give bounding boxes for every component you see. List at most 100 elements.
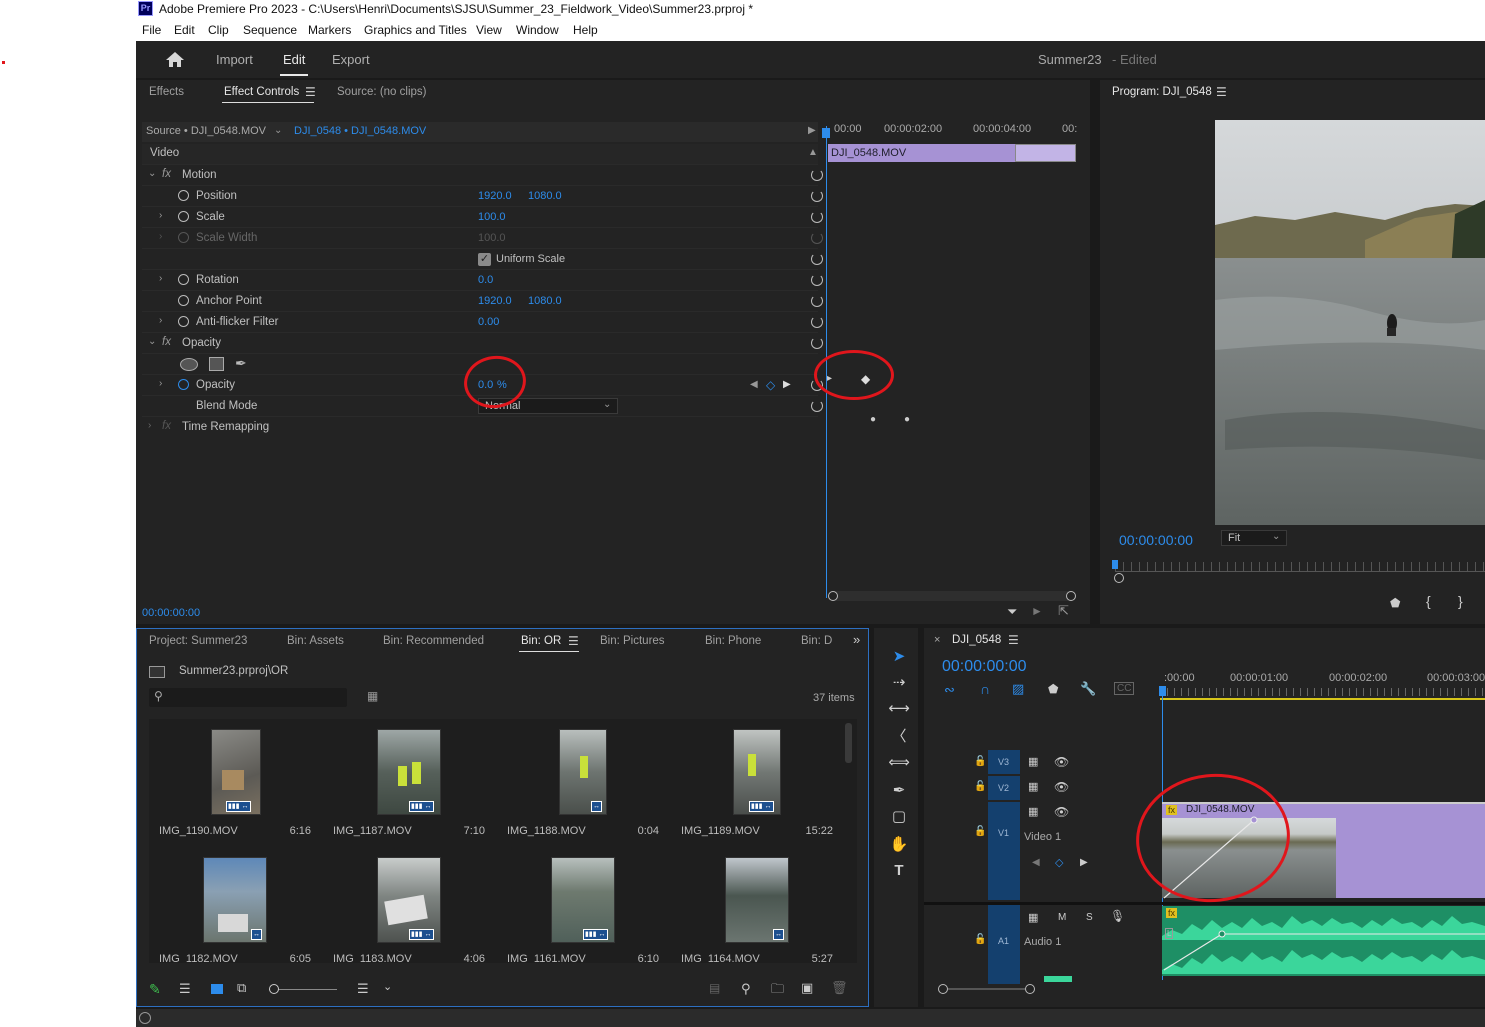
fx-icon[interactable]: fx: [162, 168, 171, 180]
chevron-down-icon[interactable]: ⌄: [383, 980, 392, 993]
trash-icon[interactable]: 🗑: [831, 980, 848, 996]
tab-source[interactable]: Source: (no clips): [337, 86, 426, 98]
position-y[interactable]: 1080.0: [528, 190, 562, 202]
play-audio-icon[interactable]: ►: [1031, 604, 1043, 618]
captions-icon[interactable]: CC: [1114, 682, 1135, 695]
new-search-bin-icon[interactable]: ▦: [367, 689, 378, 703]
panel-menu-icon[interactable]: ☰: [305, 85, 316, 99]
zoom-scrollbar[interactable]: [828, 591, 1076, 601]
ripple-edit-tool-icon[interactable]: ⟷: [888, 698, 910, 720]
export-icon[interactable]: ⇱: [1058, 603, 1069, 619]
tab-effects[interactable]: Effects: [149, 86, 184, 98]
anchor-x[interactable]: 1920.0: [478, 295, 512, 307]
pen-tool-icon[interactable]: ✒: [888, 780, 910, 802]
previous-keyframe-icon[interactable]: ◀: [750, 379, 758, 390]
razor-tool-icon[interactable]: 〈: [888, 726, 910, 748]
scroll-up-icon[interactable]: ▲: [808, 147, 818, 158]
horizontal-scrollbar[interactable]: [938, 984, 1485, 994]
menu-view[interactable]: View: [476, 23, 502, 37]
reset-icon[interactable]: [811, 211, 823, 223]
stopwatch-icon[interactable]: [178, 190, 189, 201]
chevron-right-icon[interactable]: ›: [159, 273, 162, 284]
scroll-handle-left[interactable]: [938, 984, 948, 994]
playhead-handle[interactable]: [1159, 686, 1166, 696]
icon-view-icon[interactable]: [211, 984, 223, 994]
track-a1-target[interactable]: A1: [988, 904, 1020, 984]
lock-icon[interactable]: 🔓: [974, 756, 986, 767]
zoom-handle-right[interactable]: [1066, 591, 1076, 601]
tab-export[interactable]: Export: [332, 52, 370, 67]
automate-to-sequence-icon[interactable]: ▤: [709, 981, 720, 995]
fit-select[interactable]: Fit ⌄: [1221, 530, 1287, 546]
program-video-frame[interactable]: [1215, 120, 1485, 525]
panel-menu-icon[interactable]: ☰: [568, 634, 579, 648]
new-item-icon[interactable]: ▣: [801, 980, 813, 996]
next-keyframe-icon[interactable]: ▶: [1080, 857, 1088, 868]
time-remapping-row[interactable]: › fx Time Remapping: [142, 416, 818, 437]
reset-icon[interactable]: [811, 295, 823, 307]
panel-divider[interactable]: [1090, 80, 1100, 624]
ellipse-mask-icon[interactable]: [180, 358, 198, 371]
reset-icon[interactable]: [811, 253, 823, 265]
hand-tool-icon[interactable]: ✋: [888, 834, 910, 856]
lock-icon[interactable]: 🔓: [974, 826, 986, 837]
tab-bin-phone[interactable]: Bin: Phone: [705, 635, 761, 647]
freeform-view-icon[interactable]: ⧉: [237, 980, 246, 996]
menu-markers[interactable]: Markers: [308, 23, 351, 37]
stopwatch-icon[interactable]: [178, 316, 189, 327]
menu-graphics[interactable]: Graphics and Titles: [364, 23, 467, 37]
timeline-ruler[interactable]: :00:00 00:00:01:00 00:00:02:00 00:00:03:…: [1160, 668, 1485, 700]
tab-bin-or[interactable]: Bin: OR: [521, 635, 561, 647]
more-tabs-icon[interactable]: »: [853, 632, 860, 647]
chevron-down-icon[interactable]: ⌄: [274, 125, 282, 136]
chevron-right-icon[interactable]: ›: [159, 315, 162, 326]
effect-timecode[interactable]: 00:00:00:00: [142, 607, 200, 619]
pen-mask-icon[interactable]: ✒: [235, 355, 247, 372]
panel-menu-icon[interactable]: ☰: [1216, 85, 1227, 99]
clip-label[interactable]: DJI_0548 • DJI_0548.MOV: [294, 125, 426, 137]
tab-bin-recommended[interactable]: Bin: Recommended: [383, 635, 484, 647]
tab-edit[interactable]: Edit: [283, 52, 305, 67]
tab-project[interactable]: Project: Summer23: [149, 635, 247, 647]
mute-button[interactable]: M: [1058, 912, 1066, 923]
chevron-right-icon[interactable]: ›: [159, 378, 162, 389]
sync-lock-icon[interactable]: ▦: [1028, 755, 1038, 768]
next-keyframe-icon[interactable]: ▶: [783, 379, 791, 390]
sync-lock-icon[interactable]: ▦: [1028, 911, 1038, 924]
sync-lock-icon[interactable]: ▦: [1028, 780, 1038, 793]
stopwatch-icon[interactable]: [178, 295, 189, 306]
tab-import[interactable]: Import: [216, 52, 253, 67]
reset-icon[interactable]: [811, 316, 823, 328]
chevron-right-icon[interactable]: ›: [148, 420, 151, 431]
stopwatch-icon[interactable]: [178, 211, 189, 222]
reset-icon[interactable]: [811, 169, 823, 181]
stopwatch-icon[interactable]: [178, 274, 189, 285]
pencil-icon[interactable]: ✎: [149, 981, 161, 998]
add-keyframe-icon[interactable]: ◇: [766, 378, 775, 392]
track-v3-target[interactable]: V3: [988, 750, 1020, 774]
mark-in-icon[interactable]: {: [1426, 593, 1431, 609]
find-icon[interactable]: ⚲: [741, 981, 751, 997]
position-x[interactable]: 1920.0: [478, 190, 512, 202]
reset-icon[interactable]: [811, 337, 823, 349]
menu-window[interactable]: Window: [516, 23, 559, 37]
rotation-value[interactable]: 0.0: [478, 274, 493, 286]
add-marker-icon[interactable]: ⬟: [1048, 682, 1058, 696]
reset-icon[interactable]: [811, 190, 823, 202]
lock-icon[interactable]: 🔓: [974, 781, 986, 792]
reset-icon[interactable]: [811, 400, 823, 412]
menu-help[interactable]: Help: [573, 23, 598, 37]
filter-icon[interactable]: ⏷: [1007, 604, 1017, 620]
snap-icon[interactable]: ∩: [980, 681, 990, 697]
close-icon[interactable]: ×: [934, 634, 940, 646]
clip-bar[interactable]: DJI_0548.MOV: [828, 144, 1015, 162]
rectangle-mask-icon[interactable]: [209, 357, 224, 371]
fx-icon[interactable]: fx: [162, 336, 171, 348]
mark-out-icon[interactable]: }: [1458, 593, 1463, 609]
play-icon[interactable]: ▶: [808, 125, 816, 136]
tab-bin-assets[interactable]: Bin: Assets: [287, 635, 344, 647]
home-icon[interactable]: [165, 51, 185, 68]
tab-effect-controls[interactable]: Effect Controls: [224, 86, 299, 98]
selection-tool-icon[interactable]: ➤: [888, 646, 910, 668]
scale-value[interactable]: 100.0: [478, 211, 506, 223]
